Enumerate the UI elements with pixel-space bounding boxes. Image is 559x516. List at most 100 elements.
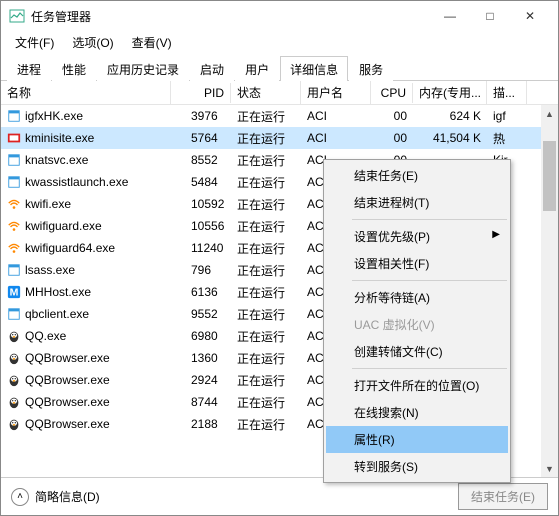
process-name-cell: kwifiguard64.exe	[1, 239, 171, 257]
process-icon	[7, 263, 21, 277]
pid-cell: 6980	[171, 327, 231, 345]
pid-cell: 6136	[171, 283, 231, 301]
menubar: 文件(F) 选项(O) 查看(V)	[1, 31, 558, 53]
col-status[interactable]: 状态	[231, 81, 301, 104]
pid-cell: 2188	[171, 415, 231, 433]
process-name: QQ.exe	[25, 329, 66, 343]
user-cell: ACI	[301, 129, 371, 147]
pid-cell: 3976	[171, 107, 231, 125]
process-name: QQBrowser.exe	[25, 395, 110, 409]
process-name-cell: QQBrowser.exe	[1, 393, 171, 411]
table-row[interactable]: igfxHK.exe3976正在运行ACI00624 Kigf	[1, 105, 558, 127]
process-icon	[7, 395, 21, 409]
ctx-analyze[interactable]: 分析等待链(A)	[326, 284, 508, 311]
process-icon	[7, 241, 21, 255]
separator	[352, 219, 507, 220]
process-name-cell: knatsvc.exe	[1, 151, 171, 169]
process-name: qbclient.exe	[25, 307, 89, 321]
process-name: kwifiguard64.exe	[25, 241, 115, 255]
ctx-end-tree[interactable]: 结束进程树(T)	[326, 189, 508, 216]
col-cpu[interactable]: CPU	[371, 83, 413, 103]
col-user[interactable]: 用户名	[301, 81, 371, 104]
table-row[interactable]: kminisite.exe5764正在运行ACI0041,504 K热	[1, 127, 558, 149]
process-icon	[7, 373, 21, 387]
close-button[interactable]: ✕	[510, 2, 550, 30]
tabbar: 进程 性能 应用历史记录 启动 用户 详细信息 服务	[1, 53, 558, 81]
cpu-cell: 00	[371, 129, 413, 147]
process-icon	[7, 307, 21, 321]
status-cell: 正在运行	[231, 194, 301, 215]
minimize-button[interactable]: —	[430, 2, 470, 30]
tab-details[interactable]: 详细信息	[280, 56, 348, 81]
status-cell: 正在运行	[231, 370, 301, 391]
maximize-button[interactable]: □	[470, 2, 510, 30]
context-menu: 结束任务(E) 结束进程树(T) 设置优先级(P)▶ 设置相关性(F) 分析等待…	[323, 159, 511, 483]
process-name-cell: kwassistlaunch.exe	[1, 173, 171, 191]
process-icon	[7, 197, 21, 211]
vertical-scrollbar[interactable]: ▲ ▼	[541, 105, 558, 477]
col-mem[interactable]: 内存(专用...	[413, 81, 487, 104]
menu-options[interactable]: 选项(O)	[64, 32, 121, 53]
pid-cell: 1360	[171, 349, 231, 367]
fewer-details-button[interactable]: ˄ 简略信息(D)	[11, 488, 100, 506]
process-name: lsass.exe	[25, 263, 75, 277]
column-headers: 名称 PID 状态 用户名 CPU 内存(专用... 描...	[1, 81, 558, 105]
status-cell: 正在运行	[231, 348, 301, 369]
pid-cell: 796	[171, 261, 231, 279]
ctx-goto-services[interactable]: 转到服务(S)	[326, 453, 508, 480]
desc-cell: 热	[487, 128, 527, 149]
col-desc[interactable]: 描...	[487, 81, 527, 104]
pid-cell: 9552	[171, 305, 231, 323]
tab-users[interactable]: 用户	[235, 56, 279, 81]
process-name-cell: QQ.exe	[1, 327, 171, 345]
process-name: kwifiguard.exe	[25, 219, 102, 233]
ctx-priority[interactable]: 设置优先级(P)▶	[326, 223, 508, 250]
status-cell: 正在运行	[231, 238, 301, 259]
ctx-search[interactable]: 在线搜索(N)	[326, 399, 508, 426]
menu-view[interactable]: 查看(V)	[124, 32, 180, 53]
ctx-affinity[interactable]: 设置相关性(F)	[326, 250, 508, 277]
tab-performance[interactable]: 性能	[52, 56, 96, 81]
ctx-dump[interactable]: 创建转储文件(C)	[326, 338, 508, 365]
scroll-up-icon[interactable]: ▲	[541, 105, 558, 122]
app-icon	[9, 8, 25, 24]
col-name[interactable]: 名称	[1, 81, 171, 104]
status-cell: 正在运行	[231, 150, 301, 171]
status-cell: 正在运行	[231, 282, 301, 303]
pid-cell: 11240	[171, 239, 231, 257]
process-name-cell: kminisite.exe	[1, 129, 171, 147]
status-cell: 正在运行	[231, 172, 301, 193]
process-name-cell: QQBrowser.exe	[1, 415, 171, 433]
end-task-button[interactable]: 结束任务(E)	[458, 483, 548, 510]
process-name-cell: QQBrowser.exe	[1, 371, 171, 389]
pid-cell: 2924	[171, 371, 231, 389]
svg-text:M: M	[10, 287, 19, 299]
scroll-down-icon[interactable]: ▼	[541, 460, 558, 477]
process-name-cell: kwifiguard.exe	[1, 217, 171, 235]
process-icon	[7, 219, 21, 233]
process-name: QQBrowser.exe	[25, 373, 110, 387]
tab-services[interactable]: 服务	[349, 56, 393, 81]
window-title: 任务管理器	[31, 8, 430, 25]
pid-cell: 10556	[171, 217, 231, 235]
process-name-cell: igfxHK.exe	[1, 107, 171, 125]
ctx-properties[interactable]: 属性(R)	[326, 426, 508, 453]
pid-cell: 8552	[171, 151, 231, 169]
process-name-cell: qbclient.exe	[1, 305, 171, 323]
scroll-thumb[interactable]	[543, 141, 556, 211]
menu-file[interactable]: 文件(F)	[7, 32, 62, 53]
status-cell: 正在运行	[231, 414, 301, 435]
process-icon	[7, 329, 21, 343]
pid-cell: 5764	[171, 129, 231, 147]
ctx-open-location[interactable]: 打开文件所在的位置(O)	[326, 372, 508, 399]
tab-startup[interactable]: 启动	[190, 56, 234, 81]
cpu-cell: 00	[371, 107, 413, 125]
col-pid[interactable]: PID	[171, 83, 231, 103]
fewer-details-label: 简略信息(D)	[35, 488, 100, 505]
status-cell: 正在运行	[231, 392, 301, 413]
ctx-end-task[interactable]: 结束任务(E)	[326, 162, 508, 189]
tab-processes[interactable]: 进程	[7, 56, 51, 81]
process-name-cell: QQBrowser.exe	[1, 349, 171, 367]
mem-cell: 624 K	[413, 107, 487, 125]
tab-apphistory[interactable]: 应用历史记录	[97, 56, 189, 81]
